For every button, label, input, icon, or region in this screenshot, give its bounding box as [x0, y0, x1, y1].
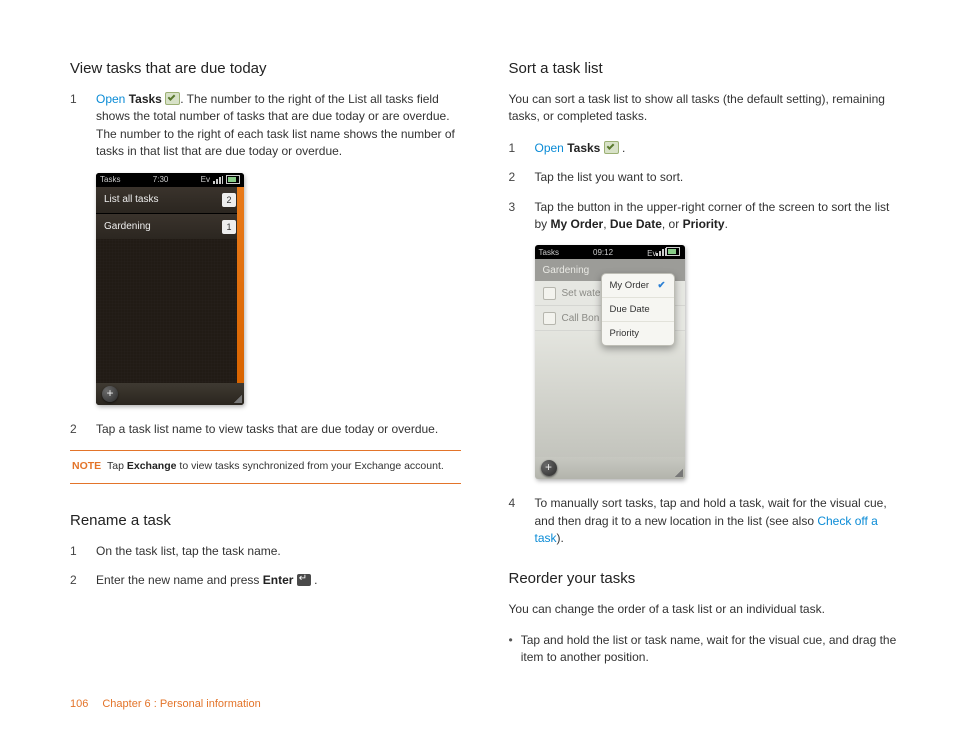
- sb-time: 09:12: [593, 248, 613, 257]
- battery-icon: [226, 175, 240, 184]
- enter-key-icon: [297, 574, 311, 586]
- badge-all: 2: [222, 193, 236, 207]
- row-gardening: Gardening 1: [96, 214, 244, 241]
- resize-corner-icon: [234, 395, 242, 403]
- signal-icon: [213, 176, 223, 184]
- menu-item-priority: Priority: [602, 322, 674, 345]
- add-button: +: [102, 386, 118, 402]
- page-number: 106: [70, 698, 88, 710]
- view-step-2: 2 Tap a task list name to view tasks tha…: [70, 421, 461, 438]
- reorder-bullet: Tap and hold the list or task name, wait…: [509, 632, 900, 667]
- heading-view-tasks: View tasks that are due today: [70, 60, 461, 77]
- note-label: NOTE: [72, 460, 101, 472]
- menu-item-my-order: My Order✔: [602, 274, 674, 298]
- sort-step-1: 1 Open Tasks .: [509, 140, 900, 157]
- sort-intro: You can sort a task list to show all tas…: [509, 91, 900, 126]
- row-list-all-tasks: List all tasks 2: [96, 187, 244, 214]
- badge-gardening: 1: [222, 220, 236, 234]
- rename-step-2: 2 Enter the new name and press Enter .: [70, 572, 461, 589]
- open-link[interactable]: Open: [96, 92, 125, 106]
- screenshot-sort-menu: Tasks 09:12 Ev Gardening Set wate Call B…: [535, 245, 685, 479]
- resize-corner-icon: [675, 469, 683, 477]
- reorder-intro: You can change the order of a task list …: [509, 601, 900, 618]
- scroll-indicator: [237, 187, 244, 383]
- battery-icon: [666, 247, 680, 256]
- checkbox-icon: [543, 312, 556, 325]
- sort-popup-menu: My Order✔ Due Date Priority: [601, 273, 675, 346]
- sb-time: 7:30: [153, 175, 169, 184]
- note-box: NOTE Tap Exchange to view tasks synchron…: [70, 451, 461, 484]
- rename-step-1: 1 On the task list, tap the task name.: [70, 543, 461, 560]
- left-column: View tasks that are due today 1 Open Tas…: [70, 60, 461, 667]
- tasks-app-icon: [165, 92, 180, 105]
- checkbox-icon: [543, 287, 556, 300]
- checkmark-icon: ✔: [658, 280, 666, 291]
- heading-rename-task: Rename a task: [70, 512, 461, 529]
- chapter-label: Chapter 6 : Personal information: [102, 698, 260, 710]
- menu-item-due-date: Due Date: [602, 298, 674, 322]
- tasks-app-icon: [604, 141, 619, 154]
- open-link-2[interactable]: Open: [535, 141, 564, 155]
- sort-step-4: 4 To manually sort tasks, tap and hold a…: [509, 495, 900, 547]
- view-step-1: 1 Open Tasks . The number to the right o…: [70, 91, 461, 161]
- heading-reorder-tasks: Reorder your tasks: [509, 570, 900, 587]
- sb-app-name: Tasks: [100, 175, 120, 184]
- page-footer: 106 Chapter 6 : Personal information: [70, 698, 261, 710]
- sort-step-2: 2 Tap the list you want to sort.: [509, 169, 900, 186]
- right-column: Sort a task list You can sort a task lis…: [509, 60, 900, 667]
- sort-step-3: 3 Tap the button in the upper-right corn…: [509, 199, 900, 234]
- add-button: +: [541, 460, 557, 476]
- sb-app-name: Tasks: [539, 248, 559, 257]
- heading-sort-task-list: Sort a task list: [509, 60, 900, 77]
- signal-icon: [656, 248, 666, 256]
- screenshot-list-all-tasks: Tasks 7:30 Ev List all tasks 2 Gardening…: [96, 173, 244, 405]
- tasks-label: Tasks: [129, 92, 162, 106]
